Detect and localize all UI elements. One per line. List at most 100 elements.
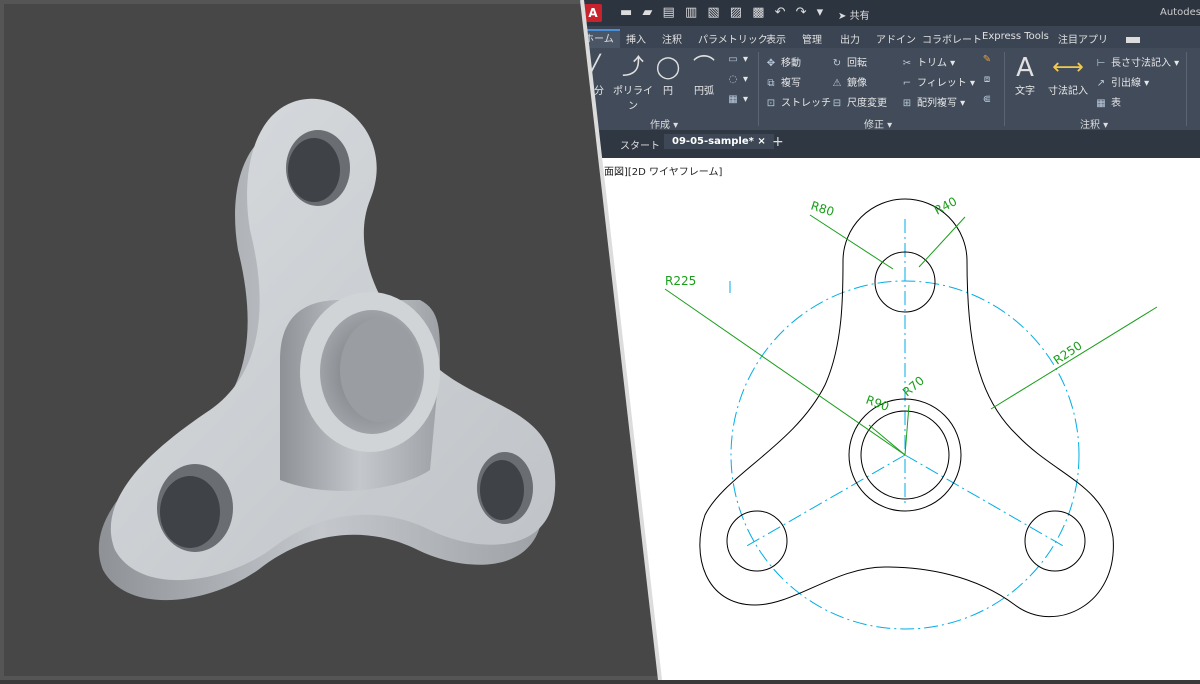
- dim-r70[interactable]: R70: [900, 373, 927, 399]
- quick-access-icons[interactable]: ▬ ▰ ▤ ▥ ▧ ▨ ▩ ↶ ↷ ▾: [620, 5, 826, 20]
- window-title: Autodesk: [1160, 7, 1200, 18]
- tab-addins[interactable]: アドイン: [876, 31, 916, 46]
- array-icon: ⊞: [902, 98, 912, 109]
- scale-icon: ⊟: [832, 98, 842, 109]
- file-tab-active[interactable]: 09-05-sample* ×: [664, 134, 774, 149]
- stretch-icon: ⊡: [766, 98, 776, 109]
- trim-icon: ✂: [902, 58, 912, 69]
- mirror-icon: ⚠: [832, 78, 842, 89]
- dimension-button[interactable]: ⟷ 寸法記入: [1046, 54, 1090, 97]
- array-label: 配列複写 ▾: [917, 98, 966, 109]
- trim-label: トリム ▾: [917, 58, 956, 69]
- share-button[interactable]: ➤ 共有: [838, 7, 870, 22]
- trim-button[interactable]: ✂ トリム ▾: [900, 54, 955, 69]
- text-button[interactable]: A 文字: [1010, 54, 1040, 97]
- linear-dimension-label: 長さ寸法記入 ▾: [1111, 58, 1180, 69]
- fillet-button[interactable]: ⌐ フィレット ▾: [900, 74, 975, 89]
- center-line-right: [904, 454, 1066, 548]
- mirror-label: 鏡像: [847, 78, 867, 89]
- move-icon: ✥: [766, 58, 776, 69]
- leader-label: 引出線 ▾: [1111, 78, 1150, 89]
- copy-icon: ⧉: [767, 78, 775, 89]
- tab-manage[interactable]: 管理: [802, 31, 822, 46]
- polyline-icon: ⤴: [621, 55, 644, 80]
- dim-r225[interactable]: R225: [665, 274, 696, 288]
- quick-access-toolbar: A ▬ ▰ ▤ ▥ ▧ ▨ ▩ ↶ ↷ ▾ ➤ 共有 Autodesk: [582, 0, 1200, 26]
- stretch-button[interactable]: ⊡ ストレッチ: [764, 94, 831, 109]
- table-button[interactable]: ▦ 表: [1094, 94, 1121, 109]
- tab-output[interactable]: 出力: [840, 31, 860, 46]
- file-tab-start[interactable]: スタート: [620, 137, 660, 152]
- scale-button[interactable]: ⊟ 尺度変更: [830, 94, 887, 109]
- linear-dimension-button[interactable]: ⊢ 長さ寸法記入 ▾: [1094, 54, 1180, 69]
- tab-annotate[interactable]: 注釈: [662, 31, 682, 46]
- copy-button[interactable]: ⧉ 複写: [764, 74, 801, 89]
- close-tab-icon[interactable]: ×: [757, 136, 765, 147]
- circle-label: 円: [663, 86, 673, 97]
- polyline-label: ポリライン: [613, 86, 653, 112]
- tab-parametric[interactable]: パラメトリック: [698, 31, 768, 46]
- rotate-button[interactable]: ↻ 回転: [830, 54, 867, 69]
- erase-icon: ✎: [982, 54, 992, 65]
- offset-icon: ⋐: [982, 94, 992, 105]
- panel-divider: [1004, 52, 1005, 126]
- arc-button[interactable]: ⌒ 円弧: [688, 54, 720, 97]
- dim-r250[interactable]: R250: [1051, 338, 1085, 367]
- file-tab-name: 09-05-sample*: [672, 136, 754, 147]
- autocad-logo-icon[interactable]: A: [584, 4, 602, 22]
- tab-collaborate[interactable]: コラボレート: [922, 31, 982, 46]
- dim-r90[interactable]: R90: [864, 393, 891, 414]
- arc-label: 円弧: [694, 86, 714, 97]
- 3d-model-render: [98, 98, 556, 601]
- tab-featured-apps[interactable]: 注目アプリ: [1058, 31, 1108, 46]
- offset-button[interactable]: ⋐: [980, 94, 997, 105]
- explode-button[interactable]: ⧈: [980, 74, 997, 85]
- drawing-canvas[interactable]: 平面図][2D ワイヤフレーム] R80 R40 R250 R225 R90 R…: [582, 158, 1200, 680]
- hatch-button[interactable]: ◌ ▾: [726, 74, 748, 85]
- mirror-button[interactable]: ⚠ 鏡像: [830, 74, 867, 89]
- table-label: 表: [1111, 98, 1121, 109]
- draw-panel-label[interactable]: 作成 ▾: [650, 116, 678, 131]
- text-label: 文字: [1015, 86, 1035, 97]
- move-button[interactable]: ✥ 移動: [764, 54, 801, 69]
- dimension-label: 寸法記入: [1048, 86, 1088, 97]
- dimension-lines: [664, 214, 1158, 456]
- circle-icon: ◯: [655, 55, 681, 80]
- text-icon: A: [1016, 53, 1034, 83]
- dim-r80[interactable]: R80: [809, 199, 836, 220]
- ribbon: A ▬ ▰ ▤ ▥ ▧ ▨ ▩ ↶ ↷ ▾ ➤ 共有 Autodesk ホーム …: [582, 0, 1200, 158]
- share-label: 共有: [849, 11, 870, 22]
- circle-button[interactable]: ◯ 円: [654, 54, 682, 97]
- ribbon-panels: ╱ 線分 ⤴ ポリライン ◯ 円 ⌒ 円弧 ▭ ▾ ◌ ▾ ▦ ▾ 作成 ▾ ✥ 移動 ↻ 回転 …: [582, 48, 1200, 131]
- rectangle-button[interactable]: ▭ ▾: [726, 54, 748, 65]
- annotation-panel-label[interactable]: 注釈 ▾: [1080, 116, 1108, 131]
- tab-express-tools[interactable]: Express Tools: [982, 31, 1049, 42]
- modify-panel-label[interactable]: 修正 ▾: [864, 116, 892, 131]
- array-button[interactable]: ⊞ 配列複写 ▾: [900, 94, 965, 109]
- tab-overflow-icon[interactable]: [1126, 37, 1140, 43]
- rotate-icon: ↻: [832, 58, 842, 69]
- dimension-icon: ⟷: [1052, 55, 1084, 80]
- stretch-label: ストレッチ: [781, 98, 831, 109]
- center-line-left: [744, 454, 906, 548]
- linear-dimension-icon: ⊢: [1096, 58, 1106, 69]
- rectangle-icon: ▭: [728, 54, 738, 65]
- boundary-button[interactable]: ▦ ▾: [726, 94, 748, 105]
- arc-icon: ⌒: [692, 55, 715, 80]
- fillet-label: フィレット ▾: [917, 78, 975, 89]
- cad-drawing: R80 R40 R250 R225 R90 R70: [664, 194, 1158, 630]
- scale-label: 尺度変更: [847, 98, 887, 109]
- polyline-button[interactable]: ⤴ ポリライン: [610, 54, 656, 112]
- rotate-label: 回転: [847, 58, 867, 69]
- fillet-icon: ⌐: [902, 78, 912, 89]
- boundary-icon: ▦: [728, 94, 738, 105]
- panel-divider: [758, 52, 759, 126]
- tab-insert[interactable]: 挿入: [626, 31, 646, 46]
- leader-button[interactable]: ↗ 引出線 ▾: [1094, 74, 1149, 89]
- hatch-icon: ◌: [728, 74, 738, 85]
- tab-view[interactable]: 表示: [766, 31, 786, 46]
- erase-button[interactable]: ✎: [980, 54, 997, 65]
- panel-divider: [1186, 52, 1187, 126]
- new-tab-button[interactable]: +: [772, 134, 784, 150]
- dimension-labels: R80 R40 R250 R225 R90 R70: [665, 194, 1085, 414]
